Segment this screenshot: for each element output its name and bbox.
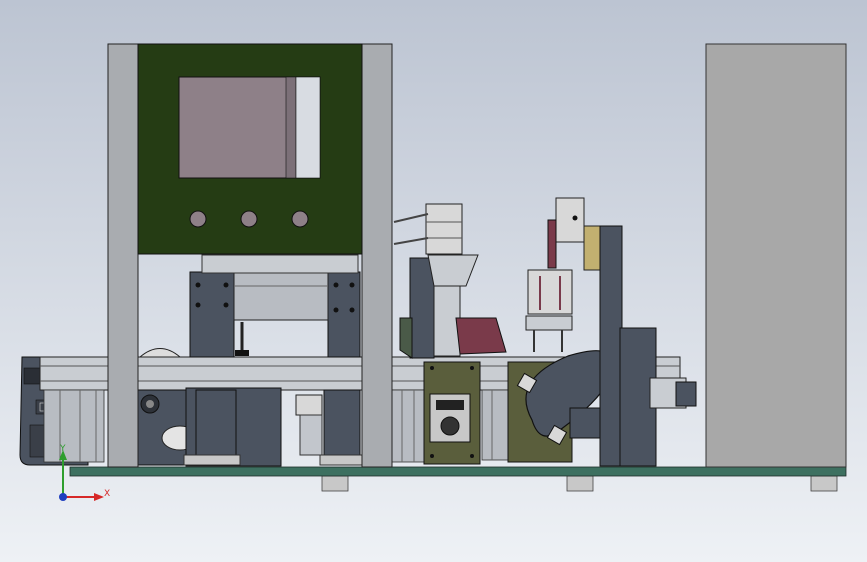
base-plate <box>69 466 847 477</box>
panel-knob-3 <box>291 210 309 228</box>
leveling-foot-3 <box>810 475 838 492</box>
side-cabinet <box>705 43 847 468</box>
gear-box <box>423 361 481 465</box>
servo-motor <box>649 377 697 409</box>
y-axis-label: Y <box>59 444 66 454</box>
leveling-foot-2 <box>566 475 594 492</box>
x-axis-label: X <box>104 489 110 499</box>
panel-knob-1 <box>189 210 207 228</box>
leveling-foot-1 <box>321 475 349 492</box>
z-axis-origin <box>59 493 67 501</box>
right-frame-post <box>361 43 393 468</box>
control-panel <box>137 43 363 255</box>
panel-knob-2 <box>240 210 258 228</box>
cad-viewport[interactable]: Y X <box>0 0 867 562</box>
left-frame-post <box>107 43 139 468</box>
